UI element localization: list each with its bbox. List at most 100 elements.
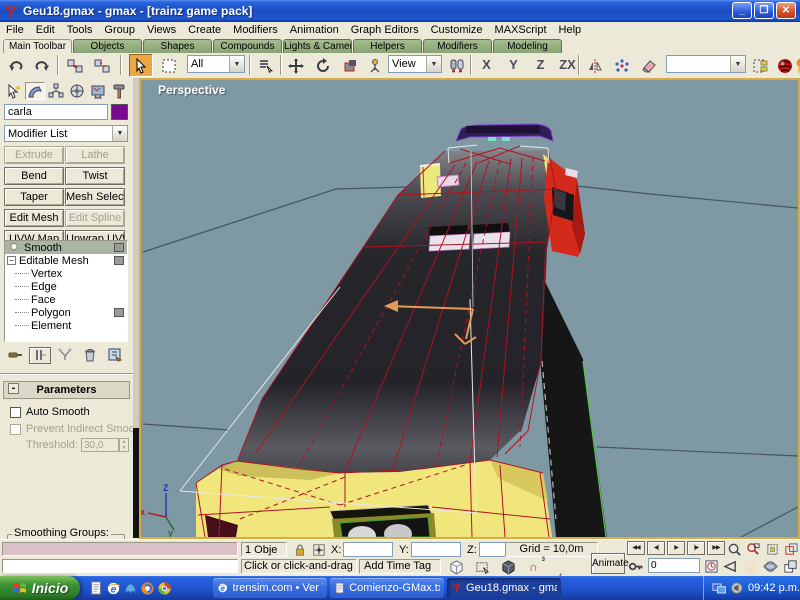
tab-lights-cameras[interactable]: Lights & Cameras xyxy=(283,39,352,53)
stack-item-editable-mesh[interactable]: −Editable Mesh xyxy=(5,254,127,267)
stack-item-edge[interactable]: Edge xyxy=(5,280,127,293)
axis-constraint-x[interactable]: X xyxy=(474,55,499,75)
menu-group[interactable]: Group xyxy=(98,23,141,37)
zoom-icon[interactable] xyxy=(726,541,743,557)
animate-button[interactable]: Animate xyxy=(591,553,625,574)
bulb-icon[interactable] xyxy=(8,242,20,254)
axis-constraint-z[interactable]: Z xyxy=(528,55,553,75)
play-button[interactable]: ▶ xyxy=(667,541,685,555)
zoom-all-icon[interactable] xyxy=(745,541,762,557)
modifier-button-bend[interactable]: Bend xyxy=(4,167,64,185)
tab-create-icon[interactable] xyxy=(4,82,24,100)
quicklaunch-ie-icon[interactable] xyxy=(105,580,121,596)
field-of-view-icon[interactable] xyxy=(722,558,739,574)
taskbar-task-comienzo-gma[interactable]: Comienzo-GMax.txt -... xyxy=(330,578,444,598)
quicklaunch-msn-icon[interactable] xyxy=(122,580,138,596)
degradation-override-icon[interactable] xyxy=(447,559,466,575)
zoom-extents-icon[interactable] xyxy=(764,541,781,557)
previous-frame-button[interactable]: ◀| xyxy=(647,541,665,555)
current-frame-field[interactable] xyxy=(648,558,700,573)
title-bar[interactable]: Geu18.gmax - gmax - [trainz game pack] _… xyxy=(0,0,800,22)
arc-rotate-icon[interactable] xyxy=(762,558,779,574)
set-key-icon[interactable] xyxy=(627,558,644,574)
object-color-swatch[interactable] xyxy=(111,104,128,120)
expand-icon[interactable]: − xyxy=(7,256,16,265)
selection-filter-dropdown[interactable]: All▼ xyxy=(187,55,245,73)
quicklaunch-mediaplayer-icon[interactable] xyxy=(139,580,155,596)
tab-helpers[interactable]: Helpers xyxy=(353,39,422,53)
configure-modifier-sets-icon[interactable] xyxy=(104,347,126,364)
modifier-button-edit-mesh[interactable]: Edit Mesh xyxy=(4,209,64,227)
select-and-rotate-button[interactable] xyxy=(311,54,335,77)
collapse-icon[interactable]: - xyxy=(8,383,19,394)
absolute-offset-toggle-icon[interactable] xyxy=(309,542,328,558)
quicklaunch-chrome-icon[interactable] xyxy=(156,580,172,596)
start-button[interactable]: Inicio xyxy=(0,576,80,600)
selection-region-button[interactable] xyxy=(157,54,181,77)
select-and-manipulate-button[interactable] xyxy=(363,54,387,77)
taskbar-task-geu18-gmax[interactable]: Geu18.gmax - gmax -... xyxy=(447,578,561,598)
x-coord-field[interactable] xyxy=(343,542,393,557)
undo-button[interactable] xyxy=(4,54,28,77)
stack-item-smooth[interactable]: Smooth xyxy=(5,241,127,254)
stack-item-element[interactable]: Element xyxy=(5,319,127,332)
min-max-toggle-icon[interactable] xyxy=(782,558,799,574)
mirror-button[interactable] xyxy=(583,54,607,77)
pin-stack-icon[interactable] xyxy=(4,347,26,364)
remove-modifier-icon[interactable] xyxy=(79,347,101,364)
tab-modify-icon[interactable] xyxy=(25,82,45,100)
stack-item-polygon[interactable]: Polygon xyxy=(5,306,127,319)
crossing-selection-icon[interactable] xyxy=(473,559,492,575)
chevron-down-icon[interactable]: ▼ xyxy=(229,56,244,72)
tab-shapes[interactable]: Shapes xyxy=(143,39,212,53)
use-pivot-center-button[interactable] xyxy=(445,54,469,77)
tab-main-toolbar[interactable]: Main Toolbar xyxy=(3,39,72,53)
select-and-move-button[interactable] xyxy=(284,54,308,77)
chevron-down-icon[interactable]: ▼ xyxy=(426,56,441,72)
viewport-canvas[interactable]: Z x y xyxy=(141,80,798,537)
add-time-tag[interactable]: Add Time Tag xyxy=(359,559,441,574)
show-end-result-icon[interactable] xyxy=(29,347,51,364)
menu-tools[interactable]: Tools xyxy=(61,23,99,37)
parameters-rollout-header[interactable]: - Parameters xyxy=(3,381,130,399)
select-and-scale-button[interactable] xyxy=(338,54,362,77)
restore-button[interactable]: ❐ xyxy=(754,2,774,19)
stack-toggle[interactable] xyxy=(114,308,124,317)
stack-item-face[interactable]: Face xyxy=(5,293,127,306)
menu-maxscript[interactable]: MAXScript xyxy=(489,23,553,37)
snaps-toggle-icon[interactable] xyxy=(499,559,518,575)
axis-constraint-zx[interactable]: ZX xyxy=(555,55,580,75)
menu-edit[interactable]: Edit xyxy=(30,23,61,37)
modifier-list-dropdown[interactable]: Modifier List▼ xyxy=(4,125,128,142)
auto-smooth-checkbox[interactable]: Auto Smooth xyxy=(10,406,90,418)
unlink-selection-button[interactable] xyxy=(90,54,114,77)
pan-hand-icon[interactable] xyxy=(742,558,759,574)
tab-objects[interactable]: Objects xyxy=(73,39,142,53)
go-to-end-button[interactable]: ▶▶ xyxy=(707,541,725,555)
menu-modifiers[interactable]: Modifiers xyxy=(227,23,284,37)
tab-motion-icon[interactable] xyxy=(67,82,87,100)
track-bar[interactable] xyxy=(2,559,238,573)
named-selection-sets-dropdown[interactable]: ▼ xyxy=(666,55,746,73)
snap-3d-icon[interactable]: ∩3 xyxy=(524,559,543,575)
align-button[interactable] xyxy=(637,54,661,77)
chevron-down-icon[interactable]: ▼ xyxy=(112,126,127,141)
tab-compounds[interactable]: Compounds xyxy=(213,39,282,53)
make-unique-icon[interactable] xyxy=(54,347,76,364)
tab-utilities-icon[interactable] xyxy=(109,82,129,100)
perspective-viewport[interactable]: Z x y Perspective xyxy=(139,78,800,539)
select-object-button[interactable] xyxy=(129,54,153,77)
y-coord-field[interactable] xyxy=(411,542,461,557)
tab-modifiers[interactable]: Modifiers xyxy=(423,39,492,53)
viewport-label[interactable]: Perspective xyxy=(158,83,225,97)
menu-customize[interactable]: Customize xyxy=(425,23,489,37)
network-tray-icon[interactable] xyxy=(712,581,726,596)
modifier-button-taper[interactable]: Taper xyxy=(4,188,64,206)
menu-create[interactable]: Create xyxy=(182,23,227,37)
tab-hierarchy-icon[interactable] xyxy=(46,82,66,100)
volume-tray-icon[interactable] xyxy=(730,581,744,595)
time-configuration-icon[interactable] xyxy=(703,558,720,574)
menu-file[interactable]: File xyxy=(0,23,30,37)
select-and-link-button[interactable] xyxy=(63,54,87,77)
modifier-button-twist[interactable]: Twist xyxy=(65,167,125,185)
